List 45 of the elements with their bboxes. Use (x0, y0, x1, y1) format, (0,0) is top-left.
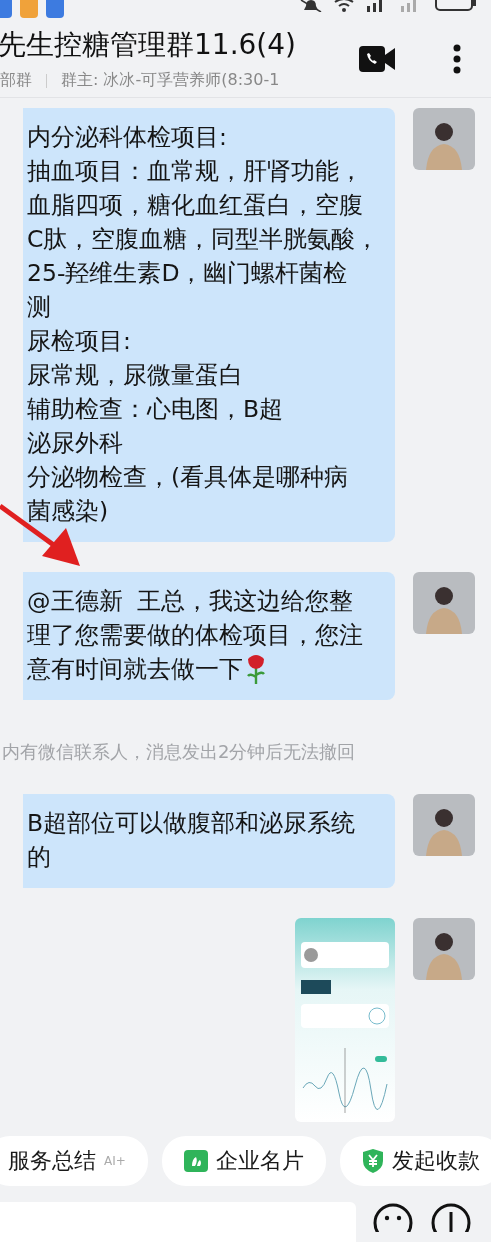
message-text: 辅助检查：心电图，B超 (27, 394, 284, 425)
avatar[interactable] (413, 918, 475, 980)
video-call-icon[interactable] (359, 45, 395, 72)
bell-off-icon (299, 0, 323, 12)
app-icon (20, 0, 38, 18)
rose-icon (245, 653, 267, 685)
plus-icon[interactable] (430, 1202, 472, 1232)
message-text: 理了您需要做的体检项目，您注 (27, 620, 363, 651)
message-text: B超部位可以做腹部和泌尿系统 (27, 808, 356, 839)
yuan-shield-icon (361, 1149, 384, 1173)
message-text: 尿常规，尿微量蛋白 (27, 360, 243, 391)
more-options-icon[interactable] (453, 43, 461, 74)
emoji-icon[interactable] (372, 1202, 414, 1232)
message-text: 的 (27, 842, 51, 873)
battery-icon (435, 0, 477, 12)
quick-action-chip[interactable]: 发起收款 (339, 1136, 491, 1186)
wifi-icon (333, 0, 355, 12)
message-text: 菌感染) (27, 496, 109, 527)
system-notice: 内有微信联系人，消息发出2分钟后无法撤回 (2, 740, 357, 764)
message-text: 内分泌科体检项目: (27, 122, 227, 153)
app-icon (46, 0, 64, 18)
group-owner: 群主: 冰冰-可孚营养师(8:30-1 (61, 70, 280, 92)
app-icon (0, 0, 12, 18)
card-icon (183, 1150, 208, 1172)
message-text: @王德新 王总，我这边给您整 (27, 586, 354, 617)
quick-action-chip[interactable]: 企业名片 (161, 1136, 326, 1186)
message-text: C肽，空腹血糖，同型半胱氨酸， (27, 224, 380, 255)
message-text: 分泌物检查，(看具体是哪种病 (27, 462, 349, 493)
message-text: 尿检项目: (27, 326, 131, 357)
message-text: 意有时间就去做一下 (27, 654, 243, 685)
avatar[interactable] (413, 572, 475, 634)
message-bubble[interactable]: 内分泌科体检项目: 抽血项目：血常规，肝肾功能， 血脂四项，糖化血红蛋白，空腹 C肽，空腹血糖，同型半胱氨酸， 25-羟维生素D，幽门螺杆菌检 测 尿检项目: 尿常规，尿微量蛋白 辅助检查：心电图，B超 泌尿外科 分泌物检查，(看具体是哪种病 菌感染) (23, 108, 395, 542)
group-type: 部群 (0, 70, 32, 92)
message-bubble[interactable]: B超部位可以做腹部和泌尿系统 的 (23, 794, 395, 888)
message-text: 泌尿外科 (27, 428, 123, 459)
quick-action-chip[interactable]: 服务总结 AI+ (0, 1136, 148, 1186)
avatar[interactable] (413, 794, 475, 856)
message-text: 血脂四项，糖化血红蛋白，空腹 (27, 190, 363, 221)
avatar[interactable] (413, 108, 475, 170)
message-text: 25-羟维生素D，幽门螺杆菌检 (27, 258, 348, 289)
screenshot-thumbnail[interactable] (295, 918, 395, 1122)
message-text: 测 (27, 292, 51, 323)
message-text: 抽血项目：血常规，肝肾功能， (27, 156, 363, 187)
ai-label: AI+ (104, 1154, 126, 1168)
message-bubble[interactable]: @王德新 王总，我这边给您整 理了您需要做的体检项目，您注 意有时间就去做一下 (23, 572, 395, 700)
